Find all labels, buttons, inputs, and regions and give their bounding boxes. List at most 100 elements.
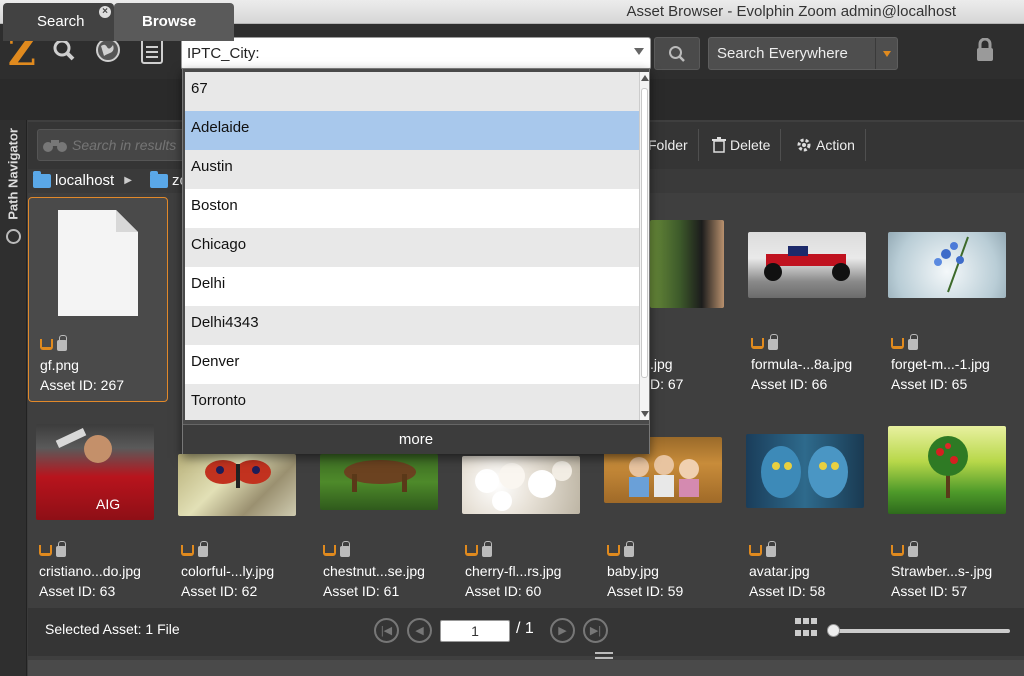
asset-name: formula-...8a.jpg bbox=[751, 356, 853, 372]
asset-card[interactable]: avatar.jpg Asset ID: 58 bbox=[738, 404, 878, 609]
scroll-up-icon[interactable] bbox=[641, 75, 649, 81]
asset-name: gf.png bbox=[40, 357, 79, 373]
asset-card[interactable]: AIG cristiano...do.jpg Asset ID: 63 bbox=[28, 404, 168, 609]
prev-page-button[interactable]: ◀ bbox=[407, 618, 432, 643]
asset-id: Asset ID: 59 bbox=[607, 583, 684, 599]
folder-button-label: Folder bbox=[648, 137, 688, 153]
asset-thumbnail bbox=[888, 232, 1006, 298]
asset-card[interactable]: formula-...8a.jpg Asset ID: 66 bbox=[740, 197, 880, 402]
search-field[interactable] bbox=[181, 37, 651, 70]
asset-card[interactable]: gf.png Asset ID: 267 bbox=[28, 197, 168, 402]
cart-icon bbox=[465, 545, 478, 556]
asset-thumbnail bbox=[746, 434, 864, 508]
next-page-button[interactable]: ▶ bbox=[550, 618, 575, 643]
asset-name: Strawber...s-.jpg bbox=[891, 563, 993, 579]
gear-icon bbox=[797, 138, 811, 152]
search-scope-select[interactable]: Search Everywhere bbox=[708, 37, 898, 70]
more-button[interactable]: more bbox=[183, 424, 649, 454]
asset-name: chestnut...se.jpg bbox=[323, 563, 425, 579]
cart-icon bbox=[751, 338, 764, 349]
dropdown-option[interactable]: Boston bbox=[185, 189, 639, 228]
page-total: / 1 bbox=[516, 620, 534, 637]
search-scope-label: Search Everywhere bbox=[717, 45, 848, 62]
result-search-box[interactable] bbox=[37, 129, 187, 161]
lock-icon bbox=[198, 541, 208, 557]
action-button[interactable]: Action bbox=[788, 129, 866, 161]
cart-icon bbox=[891, 545, 904, 556]
lock-icon bbox=[624, 541, 634, 557]
thumbnail-size-slider[interactable] bbox=[830, 629, 1010, 633]
selection-status: Selected Asset: 1 File bbox=[45, 621, 180, 637]
close-icon[interactable]: × bbox=[99, 6, 111, 18]
first-page-button[interactable]: |◀ bbox=[374, 618, 399, 643]
dropdown-option[interactable]: Denver bbox=[185, 345, 639, 384]
lock-icon bbox=[340, 541, 350, 557]
tab-browse[interactable]: Browse bbox=[114, 3, 234, 41]
asset-thumbnail bbox=[888, 426, 1006, 514]
asset-card[interactable]: forget-m...-1.jpg Asset ID: 65 bbox=[880, 197, 1020, 402]
cart-icon bbox=[749, 545, 762, 556]
cart-icon bbox=[39, 545, 52, 556]
grid-view-icon[interactable] bbox=[795, 618, 819, 640]
cart-icon bbox=[891, 338, 904, 349]
asset-card[interactable]: Strawber...s-.jpg Asset ID: 57 bbox=[880, 404, 1020, 609]
search-input[interactable] bbox=[182, 38, 612, 69]
dropdown-option[interactable]: 67 bbox=[185, 72, 639, 111]
binoculars-icon bbox=[43, 140, 67, 152]
delete-button-label: Delete bbox=[730, 137, 771, 153]
asset-id: Asset ID: 66 bbox=[751, 376, 828, 392]
asset-name: baby.jpg bbox=[607, 563, 659, 579]
lock-icon bbox=[482, 541, 492, 557]
asset-id: Asset ID: 63 bbox=[39, 583, 116, 599]
panel-splitter-handle[interactable] bbox=[595, 652, 613, 659]
dropdown-option[interactable]: Adelaide bbox=[185, 111, 639, 150]
tab-browse-label: Browse bbox=[142, 13, 197, 30]
dropdown-option[interactable]: Torronto bbox=[185, 384, 639, 420]
chevron-down-icon[interactable] bbox=[875, 38, 897, 69]
cart-icon bbox=[40, 339, 53, 350]
delete-button[interactable]: Delete bbox=[704, 129, 782, 161]
compass-icon[interactable] bbox=[6, 229, 21, 244]
result-search-input[interactable] bbox=[72, 130, 182, 160]
search-button[interactable] bbox=[654, 37, 700, 70]
lock-icon[interactable] bbox=[975, 37, 995, 67]
asset-name: avatar.jpg bbox=[749, 563, 810, 579]
tab-search-label: Search bbox=[37, 13, 85, 30]
file-icon bbox=[37, 208, 159, 318]
slider-handle[interactable] bbox=[827, 624, 840, 637]
scroll-down-icon[interactable] bbox=[641, 411, 649, 417]
dropdown-option[interactable]: Delhi4343 bbox=[185, 306, 639, 345]
scrollbar-thumb[interactable] bbox=[641, 88, 648, 378]
svg-text:AIG: AIG bbox=[96, 496, 120, 512]
asset-thumbnail: AIG bbox=[36, 424, 154, 520]
asset-name: .jpg bbox=[650, 356, 673, 372]
lock-icon bbox=[908, 334, 918, 350]
path-navigator-label[interactable]: Path Navigator bbox=[6, 128, 21, 220]
last-page-button[interactable]: ▶| bbox=[583, 618, 608, 643]
dropdown-option[interactable]: Delhi bbox=[185, 267, 639, 306]
asset-name: cherry-fl...rs.jpg bbox=[465, 563, 562, 579]
search-suggestions-dropdown: 67 Adelaide Austin Boston Chicago Delhi Delhi4… bbox=[182, 68, 650, 454]
tab-search[interactable]: Search bbox=[3, 3, 114, 41]
suggestion-list: 67 Adelaide Austin Boston Chicago Delhi Delhi4… bbox=[185, 72, 639, 420]
asset-id: Asset ID: 62 bbox=[181, 583, 258, 599]
folder-icon bbox=[150, 170, 168, 188]
asset-name: colorful-...ly.jpg bbox=[181, 563, 275, 579]
scrollbar[interactable] bbox=[639, 72, 649, 420]
asset-name: cristiano...do.jpg bbox=[39, 563, 141, 579]
asset-id: Asset ID: 267 bbox=[40, 377, 125, 393]
lock-icon bbox=[908, 541, 918, 557]
lock-icon bbox=[768, 334, 778, 350]
asset-thumbnail bbox=[650, 220, 724, 308]
page-number-input[interactable] bbox=[440, 620, 510, 642]
asset-id: Asset ID: 61 bbox=[323, 583, 400, 599]
breadcrumb-item-localhost[interactable]: localhost ▶ bbox=[33, 170, 132, 189]
chevron-down-icon[interactable] bbox=[634, 48, 644, 55]
asset-thumbnail bbox=[320, 454, 438, 510]
asset-id: D: 67 bbox=[650, 376, 684, 392]
lock-icon bbox=[56, 541, 66, 557]
dropdown-option[interactable]: Chicago bbox=[185, 228, 639, 267]
asset-thumbnail bbox=[748, 232, 866, 298]
dropdown-option[interactable]: Austin bbox=[185, 150, 639, 189]
action-button-label: Action bbox=[816, 137, 855, 153]
